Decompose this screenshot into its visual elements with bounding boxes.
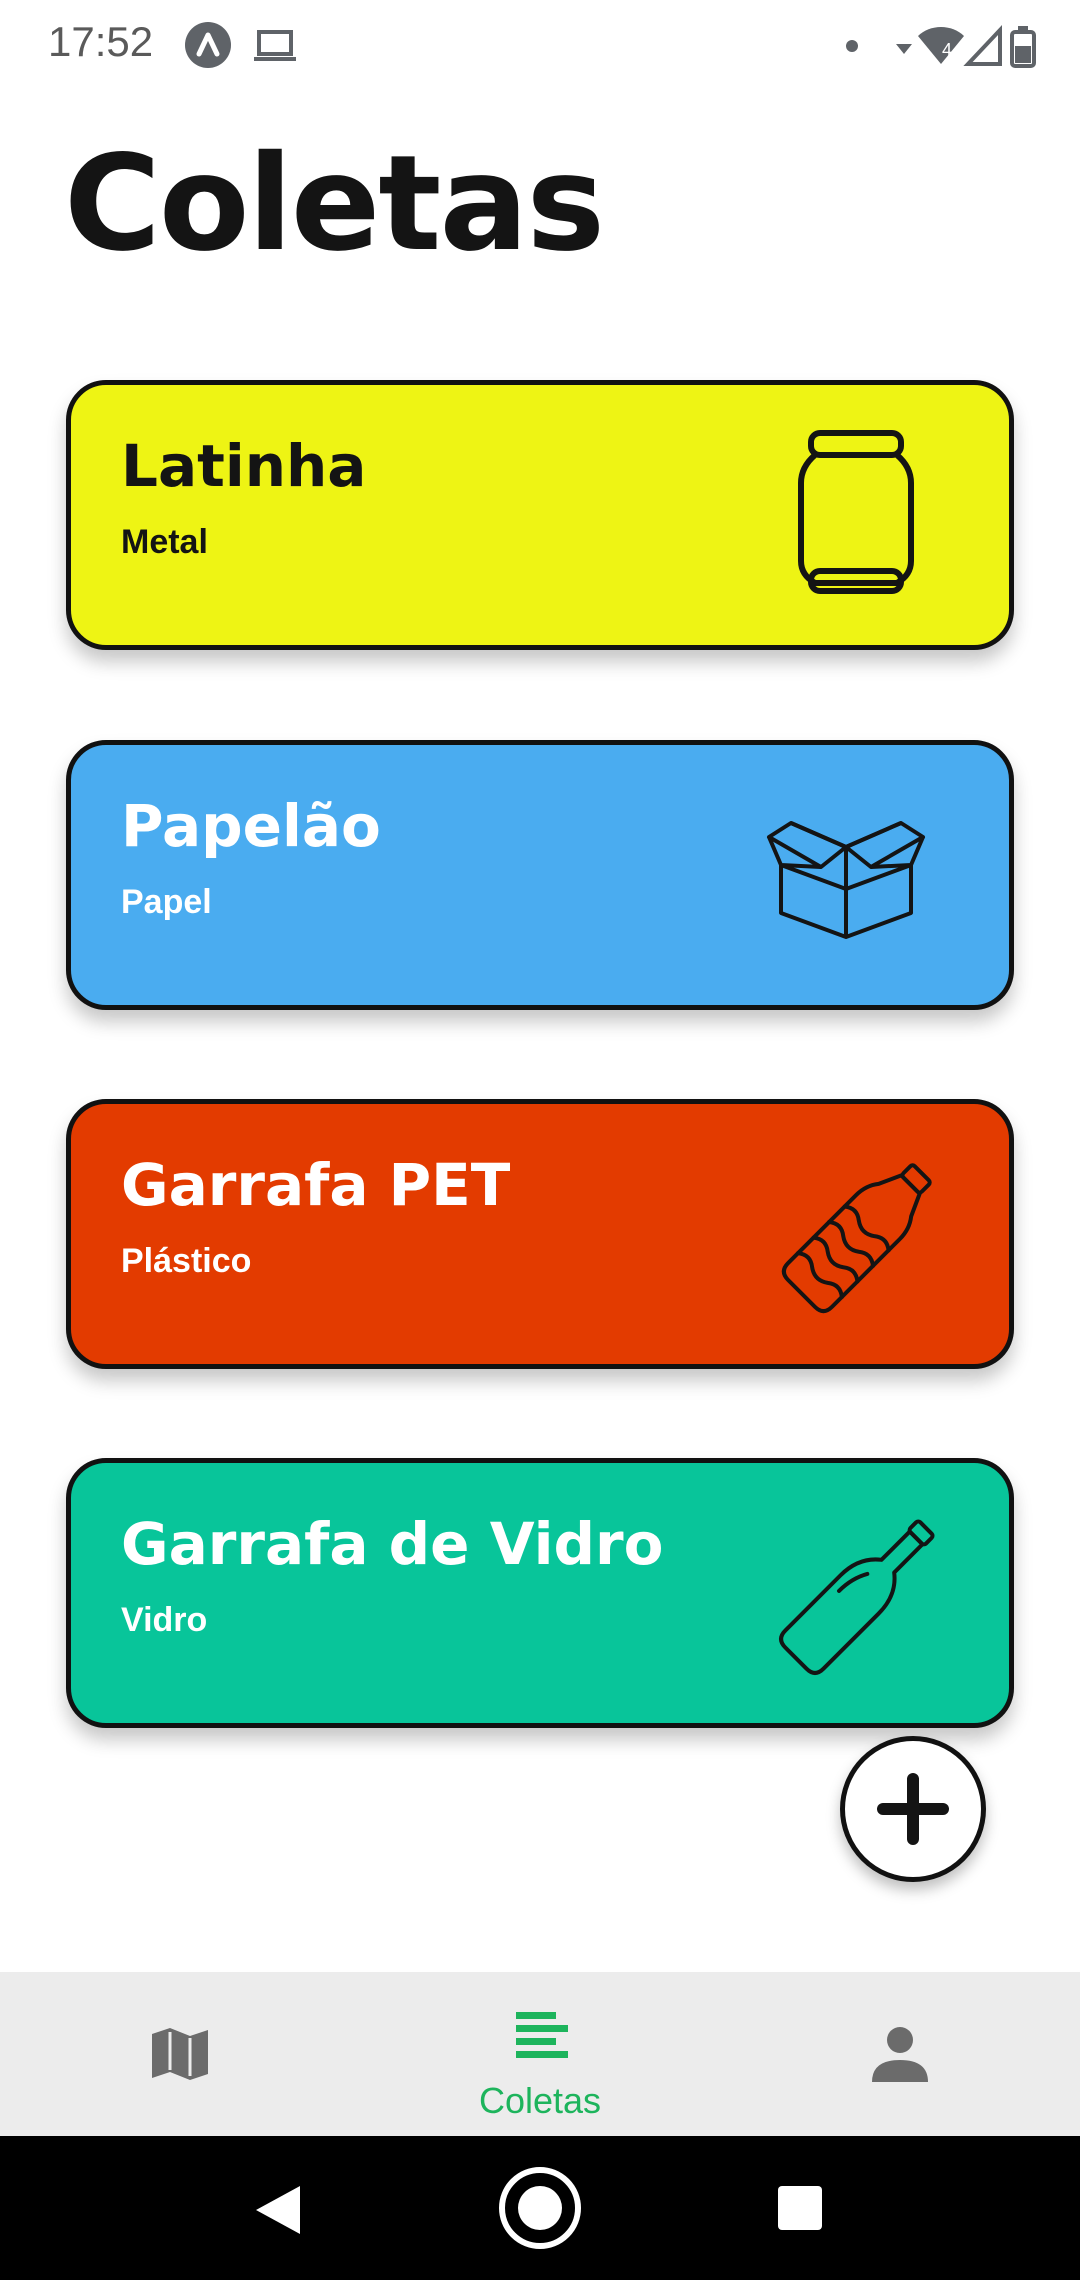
list-icon [516, 2012, 568, 2058]
card-garrafa-de-vidro[interactable]: Garrafa de Vidro Vidro [66, 1458, 1014, 1728]
nav-item-map[interactable] [0, 1972, 360, 2136]
status-bar: 17:52 4 [0, 0, 1080, 92]
card-title: Papelão [121, 792, 381, 860]
nav-label-coletas: Coletas [478, 2080, 602, 2121]
card-papelao[interactable]: Papelão Papel [66, 740, 1014, 1010]
battery-icon [1010, 26, 1036, 68]
card-title: Garrafa PET [121, 1151, 511, 1219]
page-title: Coletas [64, 127, 605, 281]
signal-icon [963, 24, 1002, 66]
wifi-icon: 4 [896, 27, 964, 64]
card-latinha[interactable]: Latinha Metal [66, 380, 1014, 650]
recents-icon[interactable] [776, 2184, 824, 2232]
card-garrafa-pet[interactable]: Garrafa PET Plástico [66, 1099, 1014, 1369]
card-subtitle: Plástico [121, 1242, 252, 1280]
box-icon [767, 821, 925, 939]
system-status-icons: 4 [896, 24, 1036, 68]
back-icon[interactable] [252, 2184, 304, 2236]
nav-item-coletas[interactable]: Coletas [360, 1972, 720, 2136]
nav-item-profile[interactable] [720, 1972, 1080, 2136]
card-title: Latinha [121, 432, 367, 500]
system-nav [0, 2136, 1080, 2280]
status-time: 17:52 [48, 18, 154, 65]
map-icon [152, 2028, 208, 2080]
plus-icon [877, 1773, 949, 1845]
add-collection-button[interactable] [840, 1736, 986, 1882]
person-icon [872, 2027, 928, 2082]
plastic-bottle-icon [781, 1163, 932, 1314]
card-subtitle: Vidro [121, 1601, 208, 1639]
home-icon[interactable] [496, 2164, 584, 2252]
card-title: Garrafa de Vidro [121, 1510, 664, 1578]
laptop-icon [254, 30, 296, 61]
can-icon [798, 430, 914, 594]
svg-text:4: 4 [942, 40, 952, 60]
dot-icon [846, 40, 858, 52]
app-notification-icon [185, 22, 231, 68]
bottom-nav: Coletas [0, 1972, 1080, 2136]
card-subtitle: Papel [121, 883, 212, 921]
glass-bottle-icon [779, 1519, 935, 1675]
card-subtitle: Metal [121, 523, 208, 561]
